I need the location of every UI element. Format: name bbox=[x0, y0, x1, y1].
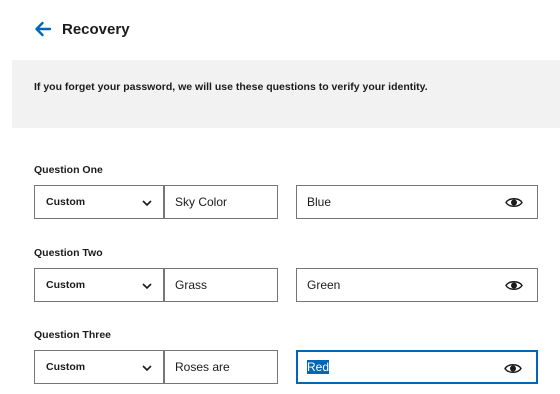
question-one-text: Sky Color bbox=[175, 195, 228, 209]
question-one-input[interactable]: Sky Color bbox=[164, 185, 278, 219]
chevron-down-icon bbox=[141, 280, 153, 292]
question-two-text: Grass bbox=[175, 278, 208, 292]
question-one-label: Question One bbox=[34, 164, 103, 176]
info-banner: If you forget your password, we will use… bbox=[12, 60, 560, 128]
arrow-left-icon bbox=[34, 20, 52, 38]
question-three-label: Question Three bbox=[34, 329, 112, 341]
recovery-page: Recovery If you forget your password, we… bbox=[0, 0, 560, 394]
page-title: Recovery bbox=[62, 20, 130, 38]
answer-two-text: Green bbox=[307, 278, 341, 292]
question-one-type-value: Custom bbox=[46, 196, 86, 208]
question-two-label: Question Two bbox=[34, 247, 103, 259]
answer-one-text: Blue bbox=[307, 195, 332, 209]
eye-icon[interactable] bbox=[505, 279, 523, 292]
back-button[interactable] bbox=[34, 20, 52, 38]
question-three-group: Question Three Custom Roses are Red bbox=[34, 328, 544, 384]
question-one-type-select[interactable]: Custom bbox=[34, 185, 164, 219]
eye-icon[interactable] bbox=[505, 196, 523, 209]
chevron-down-icon bbox=[141, 197, 153, 209]
question-three-input[interactable]: Roses are bbox=[164, 350, 278, 384]
header: Recovery bbox=[0, 0, 560, 58]
question-three-type-select[interactable]: Custom bbox=[34, 350, 164, 384]
question-two-type-value: Custom bbox=[46, 279, 86, 291]
question-three-type-value: Custom bbox=[46, 361, 86, 373]
chevron-down-icon bbox=[141, 362, 153, 374]
answer-one-input[interactable]: Blue bbox=[296, 185, 538, 219]
question-three-text: Roses are bbox=[175, 360, 230, 374]
answer-three-input[interactable]: Red bbox=[296, 350, 538, 384]
info-text: If you forget your password, we will use… bbox=[34, 81, 428, 93]
answer-two-input[interactable]: Green bbox=[296, 268, 538, 302]
question-one-group: Question One Custom Sky Color Blue bbox=[34, 163, 544, 219]
question-two-group: Question Two Custom Grass Green bbox=[34, 246, 544, 302]
answer-three-text: Red bbox=[307, 360, 330, 374]
question-two-input[interactable]: Grass bbox=[164, 268, 278, 302]
eye-icon[interactable] bbox=[504, 362, 522, 375]
question-two-type-select[interactable]: Custom bbox=[34, 268, 164, 302]
